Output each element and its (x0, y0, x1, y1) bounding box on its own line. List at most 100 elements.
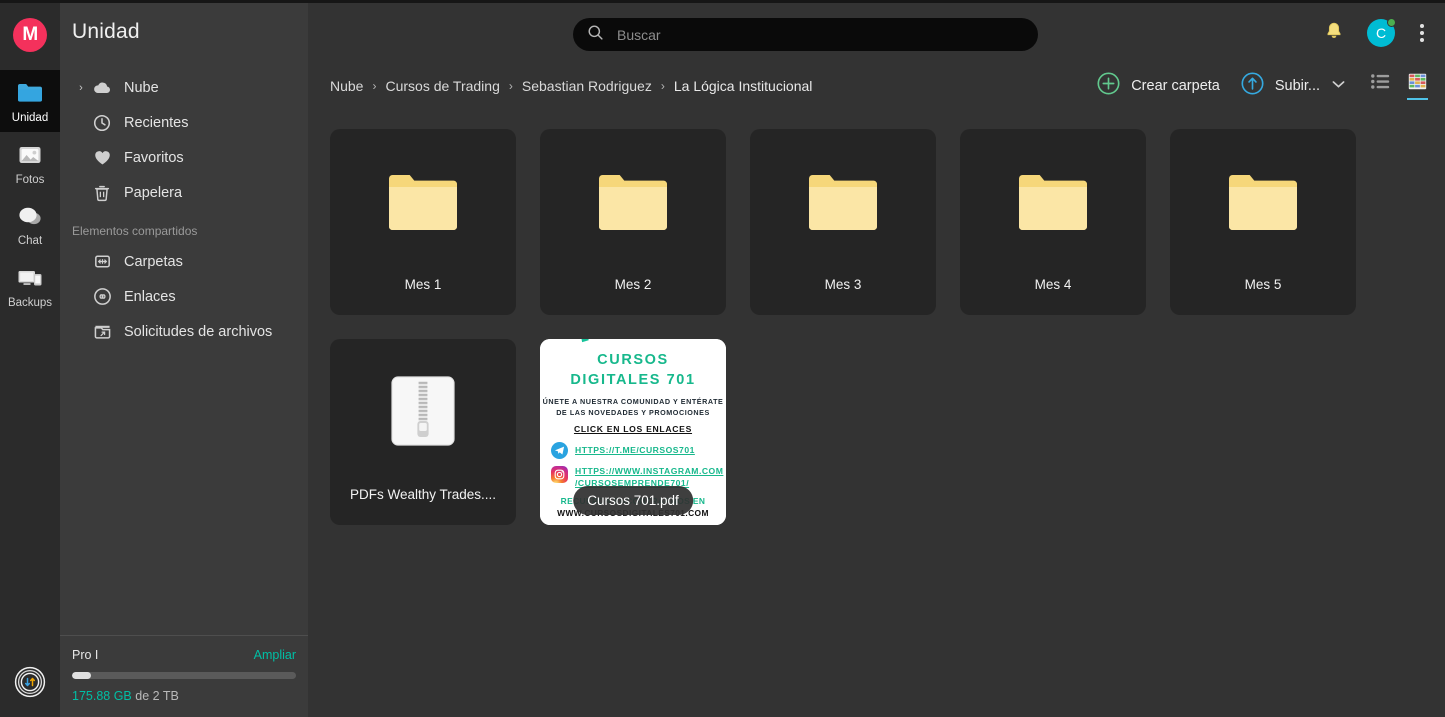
view-toggle (1371, 73, 1428, 100)
sidebar-item-papelera[interactable]: Papelera (60, 175, 308, 210)
link-icon (90, 285, 114, 309)
thumbnail (330, 129, 516, 277)
storage-widget: Pro I Ampliar 175.88 GB de 2 TB (60, 635, 308, 717)
file-card-pdf-preview[interactable]: CURSOS DIGITALES 701 ÚNETE A NUESTRA COM… (540, 339, 726, 525)
upload-button[interactable]: Subir... (1240, 71, 1345, 101)
storage-bar-track (72, 672, 296, 679)
transfers-icon (14, 666, 46, 703)
upgrade-link[interactable]: Ampliar (254, 648, 296, 662)
rail-item-unidad[interactable]: Unidad (0, 70, 60, 132)
upload-label: Subir... (1274, 78, 1320, 94)
sidebar-item-label: Recientes (124, 114, 189, 131)
rail-item-backups[interactable]: Backups (0, 255, 60, 317)
file-name: Mes 4 (1034, 277, 1072, 292)
flyer-telegram-row: HTTPS://T.ME/CURSOS701 (540, 442, 726, 459)
file-name: Mes 5 (1244, 277, 1282, 292)
chat-icon (15, 201, 45, 231)
file-card-folder[interactable]: Mes 3 (750, 129, 936, 315)
grid-view-icon[interactable] (1407, 73, 1428, 100)
trash-icon (90, 181, 114, 205)
breadcrumb-item-3[interactable]: La Lógica Institucional (674, 78, 813, 94)
cloud-icon (90, 76, 114, 100)
breadcrumb-row: Nube › Cursos de Trading › Sebastian Rod… (308, 65, 1445, 107)
search-box[interactable] (573, 18, 1038, 51)
chevron-right-icon[interactable]: › (72, 82, 90, 94)
avatar-initial: C (1375, 25, 1387, 41)
chevron-down-icon[interactable] (1332, 80, 1345, 92)
telegram-icon (551, 442, 568, 459)
mega-logo-letter: M (22, 24, 38, 45)
online-status-dot (1387, 18, 1396, 27)
clock-icon (90, 111, 114, 135)
plan-name: Pro I (72, 648, 99, 662)
sidebar-item-label: Favoritos (124, 149, 184, 166)
bell-icon[interactable] (1323, 20, 1345, 47)
sidebar-item-label: Carpetas (124, 253, 183, 270)
chevron-right-icon: › (660, 79, 665, 93)
transfers-status[interactable] (0, 666, 60, 703)
flyer-telegram-url: HTTPS://T.ME/CURSOS701 (575, 444, 695, 455)
rail-item-fotos[interactable]: Fotos (0, 132, 60, 194)
breadcrumb-item-0[interactable]: Nube (330, 78, 363, 94)
file-card-folder[interactable]: Mes 5 (1170, 129, 1356, 315)
sidebar-item-label: Solicitudes de archivos (124, 323, 273, 340)
sidebar-section-label: Elementos compartidos (72, 224, 198, 238)
file-card-folder[interactable]: Mes 1 (330, 129, 516, 315)
backups-icon (15, 263, 45, 293)
folder-icon (1227, 170, 1299, 237)
list-view-icon[interactable] (1371, 73, 1390, 99)
file-card-zip[interactable]: PDFs Wealthy Trades.... (330, 339, 516, 525)
breadcrumb-item-2[interactable]: Sebastian Rodriguez (522, 78, 652, 94)
nav-list: › Nube Recientes Favoritos Papelera Elem… (60, 70, 308, 349)
search-input[interactable] (617, 26, 1017, 43)
avatar[interactable]: C (1367, 18, 1396, 47)
thumbnail (750, 129, 936, 277)
search-icon (587, 24, 604, 46)
file-name: Mes 2 (614, 277, 652, 292)
storage-total-value: de 2 TB (131, 689, 179, 703)
file-request-icon (90, 320, 114, 344)
kebab-menu-icon[interactable] (1417, 21, 1427, 45)
create-folder-label: Crear carpeta (1131, 78, 1220, 94)
sidebar-item-label: Papelera (124, 184, 183, 201)
thumbnail (540, 129, 726, 277)
storage-used-value: 175.88 GB (72, 689, 132, 703)
heart-icon (90, 146, 114, 170)
thumbnail (1170, 129, 1356, 277)
rail-item-label: Fotos (15, 173, 45, 186)
thumbnail (330, 339, 516, 487)
sidebar-item-recientes[interactable]: Recientes (60, 105, 308, 140)
chevron-right-icon: › (508, 79, 513, 93)
page-title: Unidad (72, 20, 140, 43)
sidebar-item-enlaces[interactable]: Enlaces (60, 279, 308, 314)
content-area: C Nube › Cursos de Trading › Sebastian R… (308, 0, 1445, 717)
breadcrumb: Nube › Cursos de Trading › Sebastian Rod… (330, 78, 812, 94)
file-card-folder[interactable]: Mes 2 (540, 129, 726, 315)
file-card-folder[interactable]: Mes 4 (960, 129, 1146, 315)
sidebar-item-favoritos[interactable]: Favoritos (60, 140, 308, 175)
top-bar: C (308, 3, 1445, 65)
sidebar-item-nube[interactable]: › Nube (60, 70, 308, 105)
mega-logo[interactable]: M (13, 18, 47, 52)
file-name: Mes 1 (404, 277, 442, 292)
storage-usage-text: 175.88 GB de 2 TB (72, 689, 296, 703)
flyer-click-label: CLICK EN LOS ENLACES (573, 424, 693, 434)
sidebar-item-carpetas[interactable]: Carpetas (60, 244, 308, 279)
instagram-icon (551, 466, 568, 483)
breadcrumb-actions: Crear carpeta Subir... (1096, 71, 1428, 101)
rail-item-chat[interactable]: Chat (0, 193, 60, 255)
plus-circle-icon (1096, 71, 1121, 101)
sidebar-item-label: Nube (124, 79, 159, 96)
file-name: PDFs Wealthy Trades.... (349, 487, 497, 502)
folder-icon (1017, 170, 1089, 237)
folder-icon (807, 170, 879, 237)
thumbnail (960, 129, 1146, 277)
sidebar-item-solicitudes-de-archivos[interactable]: Solicitudes de archivos (60, 314, 308, 349)
breadcrumb-item-1[interactable]: Cursos de Trading (385, 78, 499, 94)
shared-folders-icon (90, 250, 114, 274)
folder-icon (15, 78, 45, 108)
upload-circle-icon (1240, 71, 1265, 101)
file-name: Cursos 701.pdf (573, 486, 693, 515)
create-folder-button[interactable]: Crear carpeta (1096, 71, 1220, 101)
folder-icon (387, 170, 459, 237)
